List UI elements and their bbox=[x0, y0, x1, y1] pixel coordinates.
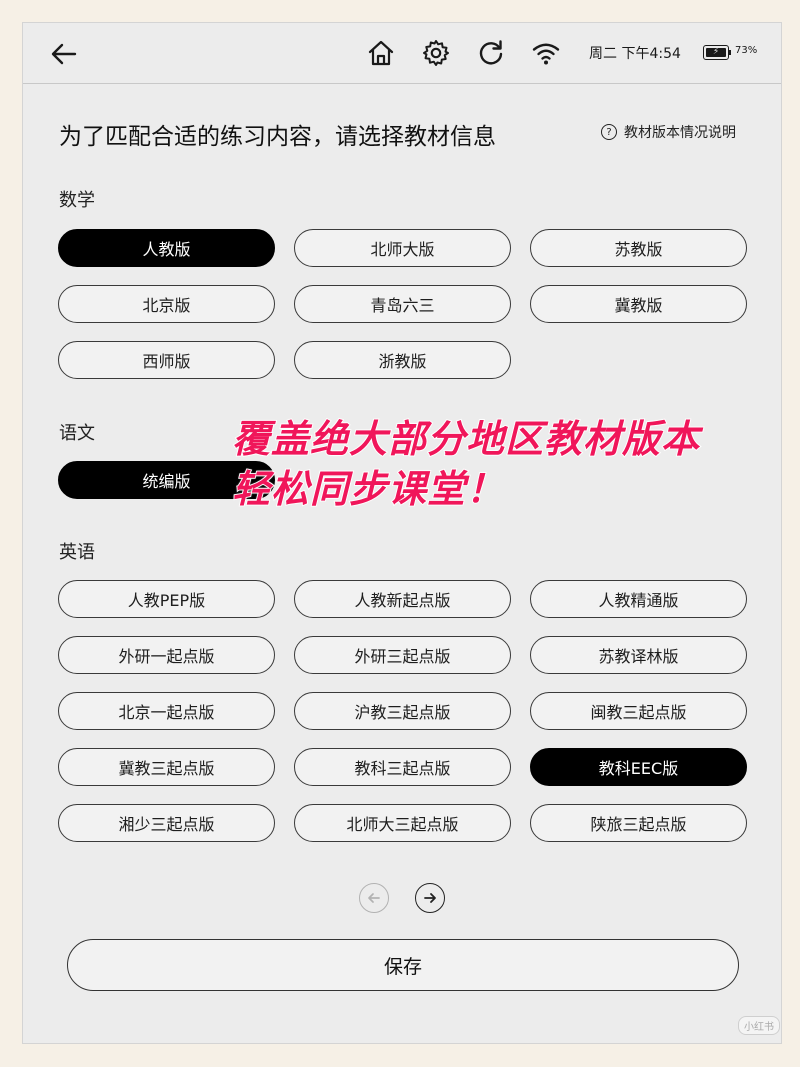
textbook-option[interactable]: 沪教三起点版 bbox=[294, 692, 511, 730]
section-title-english: 英语 bbox=[59, 542, 95, 563]
section-title-math: 数学 bbox=[59, 190, 95, 211]
home-icon[interactable] bbox=[365, 37, 397, 69]
section-title-chinese: 语文 bbox=[59, 423, 95, 444]
textbook-option[interactable]: 人教新起点版 bbox=[294, 580, 511, 618]
textbook-option[interactable]: 教科EEC版 bbox=[530, 748, 747, 786]
textbook-option[interactable]: 人教PEP版 bbox=[58, 580, 275, 618]
save-button[interactable]: 保存 bbox=[67, 939, 739, 991]
textbook-option[interactable]: 浙教版 bbox=[294, 341, 511, 379]
arrow-left-circle-icon bbox=[368, 893, 380, 903]
e-reader-screen: 周二 下午4:54 ⚡ 73% 为了匹配合适的练习内容，请选择教材信息 ? 教材… bbox=[22, 22, 782, 1044]
page-title: 为了匹配合适的练习内容，请选择教材信息 bbox=[59, 124, 496, 150]
textbook-option[interactable]: 北师大版 bbox=[294, 229, 511, 267]
textbook-option[interactable]: 冀教版 bbox=[530, 285, 747, 323]
help-label: 教材版本情况说明 bbox=[624, 125, 736, 141]
textbook-option[interactable]: 闽教三起点版 bbox=[530, 692, 747, 730]
xiaohongshu-watermark: 小红书 bbox=[738, 1016, 780, 1035]
next-page-button[interactable] bbox=[415, 883, 445, 913]
textbook-option[interactable]: 苏教译林版 bbox=[530, 636, 747, 674]
battery-indicator: ⚡ 73% bbox=[703, 42, 763, 64]
textbook-option[interactable]: 外研一起点版 bbox=[58, 636, 275, 674]
wifi-icon[interactable] bbox=[530, 37, 562, 69]
promo-line-1: 覆盖绝大部分地区教材版本 bbox=[231, 416, 701, 462]
status-bar: 周二 下午4:54 ⚡ 73% bbox=[23, 23, 781, 83]
textbook-option[interactable]: 冀教三起点版 bbox=[58, 748, 275, 786]
textbook-option[interactable]: 北京版 bbox=[58, 285, 275, 323]
textbook-option[interactable]: 北师大三起点版 bbox=[294, 804, 511, 842]
math-options: 人教版 北师大版 苏教版北京版 青岛六三 冀教版西师版 浙教版 bbox=[58, 229, 747, 381]
textbook-version-help-link[interactable]: ? 教材版本情况说明 bbox=[601, 122, 736, 142]
textbook-option[interactable]: 人教精通版 bbox=[530, 580, 747, 618]
gear-icon[interactable] bbox=[420, 37, 452, 69]
english-options: 人教PEP版 人教新起点版 人教精通版外研一起点版 外研三起点版 苏教译林版北京一起点版… bbox=[58, 580, 747, 846]
promo-line-2: 轻松同步课堂！ bbox=[231, 466, 506, 512]
status-divider bbox=[23, 83, 781, 84]
arrow-right-circle-icon bbox=[424, 893, 436, 903]
textbook-option[interactable]: 教科三起点版 bbox=[294, 748, 511, 786]
textbook-option[interactable]: 湘少三起点版 bbox=[58, 804, 275, 842]
promo-overlay-text: 覆盖绝大部分地区教材版本 轻松同步课堂！ bbox=[231, 414, 701, 514]
refresh-icon[interactable] bbox=[475, 37, 507, 69]
battery-icon: ⚡ bbox=[703, 45, 729, 60]
textbook-option[interactable]: 人教版 bbox=[58, 229, 275, 267]
arrow-left-icon[interactable] bbox=[47, 37, 81, 71]
textbook-option[interactable]: 陕旅三起点版 bbox=[530, 804, 747, 842]
question-circle-icon: ? bbox=[601, 124, 617, 140]
textbook-option[interactable]: 外研三起点版 bbox=[294, 636, 511, 674]
textbook-option[interactable]: 北京一起点版 bbox=[58, 692, 275, 730]
textbook-option[interactable]: 苏教版 bbox=[530, 229, 747, 267]
battery-percent: 73% bbox=[735, 45, 758, 56]
status-time: 周二 下午4:54 bbox=[589, 46, 681, 62]
textbook-option[interactable]: 西师版 bbox=[58, 341, 275, 379]
prev-page-button[interactable] bbox=[359, 883, 389, 913]
textbook-option[interactable]: 青岛六三 bbox=[294, 285, 511, 323]
